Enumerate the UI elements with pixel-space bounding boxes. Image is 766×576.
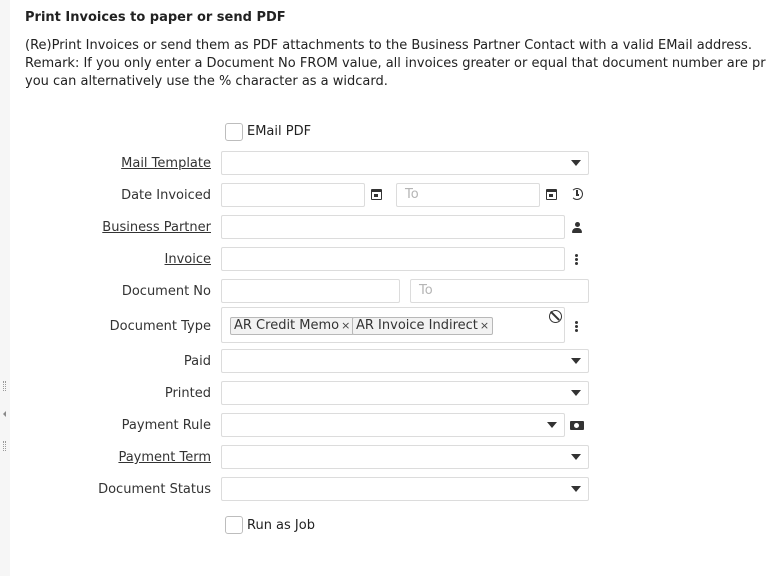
run-as-job-label: Run as Job bbox=[247, 518, 315, 533]
left-panel-strip bbox=[0, 0, 10, 576]
printed-label: Printed bbox=[164, 386, 211, 401]
kebab-menu-icon[interactable] bbox=[575, 321, 578, 332]
payment-term-select[interactable] bbox=[221, 445, 589, 469]
page-title: Print Invoices to paper or send PDF bbox=[25, 10, 286, 25]
business-partner-input[interactable] bbox=[221, 215, 565, 239]
document-no-to-input[interactable]: To bbox=[410, 279, 589, 303]
payment-rule-label: Payment Rule bbox=[121, 418, 211, 433]
document-no-label: Document No bbox=[121, 284, 211, 299]
collapse-arrow-icon[interactable] bbox=[3, 411, 6, 417]
document-no-from-input[interactable] bbox=[221, 279, 400, 303]
email-pdf-checkbox[interactable] bbox=[225, 123, 243, 141]
date-invoiced-from-input[interactable] bbox=[221, 183, 365, 207]
process-description: (Re)Print Invoices or send them as PDF a… bbox=[25, 37, 766, 91]
chevron-down-icon[interactable] bbox=[571, 390, 581, 396]
calendar-icon[interactable] bbox=[546, 189, 557, 200]
document-type-label: Document Type bbox=[109, 319, 211, 334]
document-type-multiselect[interactable]: AR Credit Memo × AR Invoice Indirect × bbox=[221, 307, 565, 343]
chevron-down-icon[interactable] bbox=[571, 160, 581, 166]
run-as-job-checkbox[interactable] bbox=[225, 516, 243, 534]
splitter-handle-bottom[interactable] bbox=[3, 441, 6, 451]
business-partner-label[interactable]: Business Partner bbox=[102, 220, 211, 235]
payment-rule-select[interactable] bbox=[221, 413, 565, 437]
document-type-tag: AR Credit Memo × bbox=[230, 317, 355, 335]
invoice-input[interactable] bbox=[221, 247, 565, 271]
chevron-down-icon[interactable] bbox=[571, 486, 581, 492]
tag-remove-icon[interactable]: × bbox=[480, 319, 489, 332]
date-invoiced-label: Date Invoiced bbox=[121, 188, 211, 203]
description-line-2: Remark: If you only enter a Document No … bbox=[25, 56, 766, 71]
person-icon[interactable] bbox=[572, 222, 582, 233]
date-invoiced-to-input[interactable]: To bbox=[396, 183, 540, 207]
chevron-down-icon[interactable] bbox=[547, 422, 557, 428]
clear-icon[interactable] bbox=[549, 310, 562, 323]
cash-icon[interactable] bbox=[570, 421, 584, 430]
paid-select[interactable] bbox=[221, 349, 589, 373]
document-status-select[interactable] bbox=[221, 477, 589, 501]
document-status-label: Document Status bbox=[98, 482, 211, 497]
chevron-down-icon[interactable] bbox=[571, 454, 581, 460]
kebab-menu-icon[interactable] bbox=[575, 254, 578, 265]
description-line-3: you can alternatively use the % characte… bbox=[25, 74, 388, 89]
splitter-handle-top[interactable] bbox=[3, 381, 6, 391]
payment-term-label[interactable]: Payment Term bbox=[118, 450, 211, 465]
paid-label: Paid bbox=[183, 354, 211, 369]
invoice-label[interactable]: Invoice bbox=[165, 252, 211, 267]
tag-remove-icon[interactable]: × bbox=[341, 319, 350, 332]
history-icon[interactable] bbox=[571, 188, 583, 200]
description-line-1: (Re)Print Invoices or send them as PDF a… bbox=[25, 38, 752, 53]
mail-template-select[interactable] bbox=[221, 151, 589, 175]
printed-select[interactable] bbox=[221, 381, 589, 405]
email-pdf-label: EMail PDF bbox=[247, 124, 312, 139]
mail-template-label[interactable]: Mail Template bbox=[121, 156, 211, 171]
calendar-icon[interactable] bbox=[371, 189, 382, 200]
chevron-down-icon[interactable] bbox=[571, 358, 581, 364]
document-type-tag: AR Invoice Indirect × bbox=[352, 317, 494, 335]
